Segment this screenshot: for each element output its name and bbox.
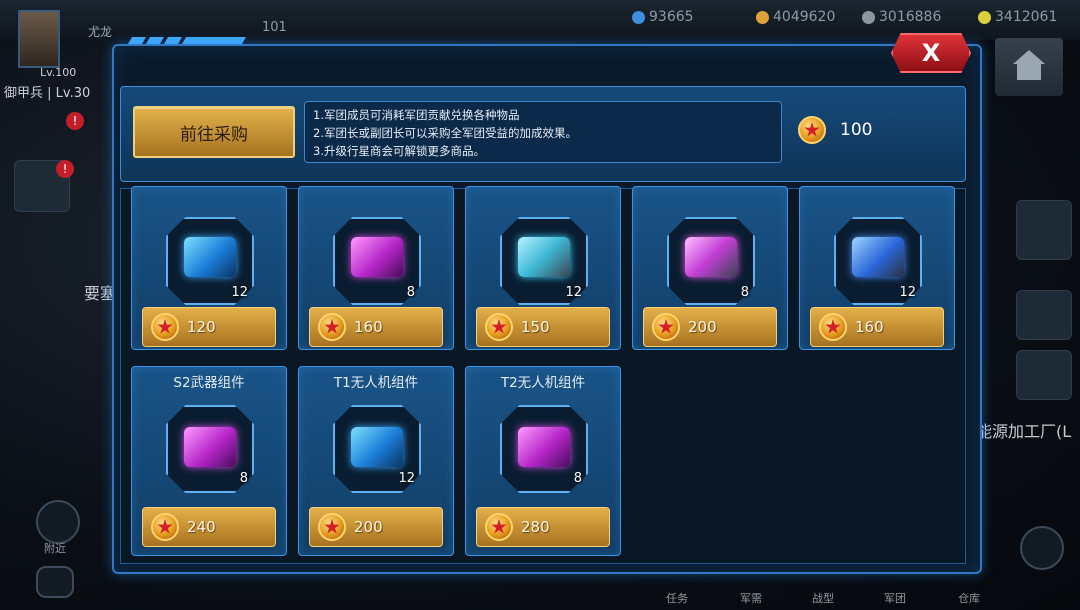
- shop-rules-box: 1.军团成员可消耗军团贡献兑换各种物品 2.军团长或副团长可以采购全军团受益的加…: [304, 101, 782, 163]
- cannon-part-icon: [852, 237, 904, 277]
- shop-item-card[interactable]: T2无人机组件 8 280: [465, 366, 621, 556]
- shop-item-card[interactable]: S2武器组件 8 240: [131, 366, 287, 556]
- item-title: S2武器组件: [173, 375, 245, 391]
- contribution-medal-icon: [798, 116, 826, 144]
- close-button[interactable]: X: [891, 33, 971, 73]
- expand-menu-button[interactable]: [1020, 526, 1064, 570]
- contribution-medal-icon: [485, 513, 513, 541]
- resource-value-1: 93665: [649, 9, 694, 25]
- army-info: 御甲兵 | Lv.30: [4, 86, 91, 101]
- resource-value-2: 4049620: [773, 9, 836, 25]
- item-quantity: 8: [406, 285, 415, 300]
- contribution-medal-icon: [652, 313, 680, 341]
- buy-button[interactable]: 160: [309, 307, 443, 347]
- gun-part-icon: [518, 237, 570, 277]
- item-price: 200: [354, 518, 383, 536]
- buy-button[interactable]: 160: [810, 307, 944, 347]
- shop-item-card[interactable]: 12 120: [131, 186, 287, 350]
- buy-button[interactable]: 200: [309, 507, 443, 547]
- weapon-part-icon: [351, 237, 403, 277]
- player-name: 尤龙: [88, 25, 113, 39]
- item-price: 280: [521, 518, 550, 536]
- rule-line-2: 2.军团长或副团长可以采购全军团受益的加成效果。: [313, 126, 577, 140]
- resource-value-3: 3016886: [879, 9, 942, 25]
- drone-component-icon: [351, 427, 403, 467]
- item-quantity: 12: [231, 285, 248, 300]
- item-title: T1无人机组件: [333, 375, 419, 391]
- bottom-tab-tasks[interactable]: 任务: [666, 590, 688, 606]
- panel-top-line: [270, 44, 830, 46]
- rule-line-3: 3.升级行星商会可解锁更多商品。: [313, 144, 485, 158]
- nearby-label: 附近: [44, 542, 66, 555]
- buy-button[interactable]: 200: [643, 307, 777, 347]
- right-menu-button-3[interactable]: [1016, 350, 1072, 400]
- resource-counter-3: 3016886: [862, 9, 941, 25]
- drone-component-icon: [518, 427, 570, 467]
- weapon-part-icon: [184, 237, 236, 277]
- bottom-tab-battle[interactable]: 战型: [812, 590, 834, 606]
- item-price: 200: [688, 318, 717, 336]
- item-quantity: 12: [899, 285, 916, 300]
- home-button[interactable]: [995, 38, 1063, 96]
- alert-badge-left: !: [56, 160, 74, 178]
- buy-button[interactable]: 240: [142, 507, 276, 547]
- rule-line-1: 1.军团成员可消耗军团贡献兑换各种物品: [313, 108, 520, 122]
- nearby-search-button[interactable]: [36, 500, 80, 544]
- item-price: 160: [354, 318, 383, 336]
- buy-button[interactable]: 120: [142, 307, 276, 347]
- contribution-balance: 100: [798, 116, 872, 144]
- contribution-medal-icon: [485, 313, 513, 341]
- go-purchase-button[interactable]: 前往采购: [133, 106, 295, 158]
- weapon-component-icon: [184, 427, 236, 467]
- item-price: 150: [521, 318, 550, 336]
- resource-counter-4: 3412061: [978, 9, 1057, 25]
- resource-counter-2: 4049620: [756, 9, 835, 25]
- chat-button[interactable]: [36, 566, 74, 598]
- item-price: 240: [187, 518, 216, 536]
- item-price: 160: [855, 318, 884, 336]
- bottom-tab-legion[interactable]: 军团: [884, 590, 906, 606]
- energy-icon: [978, 10, 991, 24]
- gold-icon: [756, 10, 769, 24]
- bottom-tab-warehouse[interactable]: 仓库: [958, 590, 980, 606]
- shop-item-card[interactable]: T1无人机组件 12 200: [298, 366, 454, 556]
- shop-item-card[interactable]: 12 160: [799, 186, 955, 350]
- building-label: 能源加工厂(L: [976, 422, 1072, 441]
- buy-button[interactable]: 150: [476, 307, 610, 347]
- item-quantity: 12: [398, 471, 415, 486]
- item-price: 120: [187, 318, 216, 336]
- buy-button[interactable]: 280: [476, 507, 610, 547]
- player-level: Lv.100: [40, 66, 77, 79]
- contribution-medal-icon: [819, 313, 847, 341]
- panel-tab-decoration: [127, 37, 247, 44]
- contribution-medal-icon: [151, 513, 179, 541]
- alert-badge-top: !: [66, 112, 84, 130]
- resource-counter-1: 93665: [632, 9, 694, 25]
- item-title: T2无人机组件: [500, 375, 586, 391]
- gun-part-icon: [685, 237, 737, 277]
- balance-amount: 100: [840, 120, 873, 140]
- metal-icon: [862, 10, 875, 24]
- item-quantity: 8: [740, 285, 749, 300]
- right-menu-button-1[interactable]: [1016, 200, 1072, 260]
- crystal-icon: [632, 10, 645, 24]
- right-menu-button-2[interactable]: [1016, 290, 1072, 340]
- shop-item-card[interactable]: 8 160: [298, 186, 454, 350]
- item-quantity: 8: [239, 471, 248, 486]
- contribution-medal-icon: [318, 313, 346, 341]
- contribution-medal-icon: [318, 513, 346, 541]
- contribution-medal-icon: [151, 313, 179, 341]
- resource-value-4: 3412061: [995, 9, 1058, 25]
- bottom-tab-supply[interactable]: 军需: [740, 590, 762, 606]
- home-icon: [1013, 50, 1045, 64]
- shop-item-card[interactable]: 12 150: [465, 186, 621, 350]
- item-quantity: 8: [573, 471, 582, 486]
- game-screen: 尤龙 Lv.100 御甲兵 | Lv.30 101 93665 4049620 …: [0, 0, 1080, 610]
- close-icon: X: [921, 39, 941, 67]
- item-quantity: 12: [565, 285, 582, 300]
- player-avatar[interactable]: [18, 10, 60, 68]
- stat-left: 101: [262, 20, 287, 35]
- shop-item-card[interactable]: 8 200: [632, 186, 788, 350]
